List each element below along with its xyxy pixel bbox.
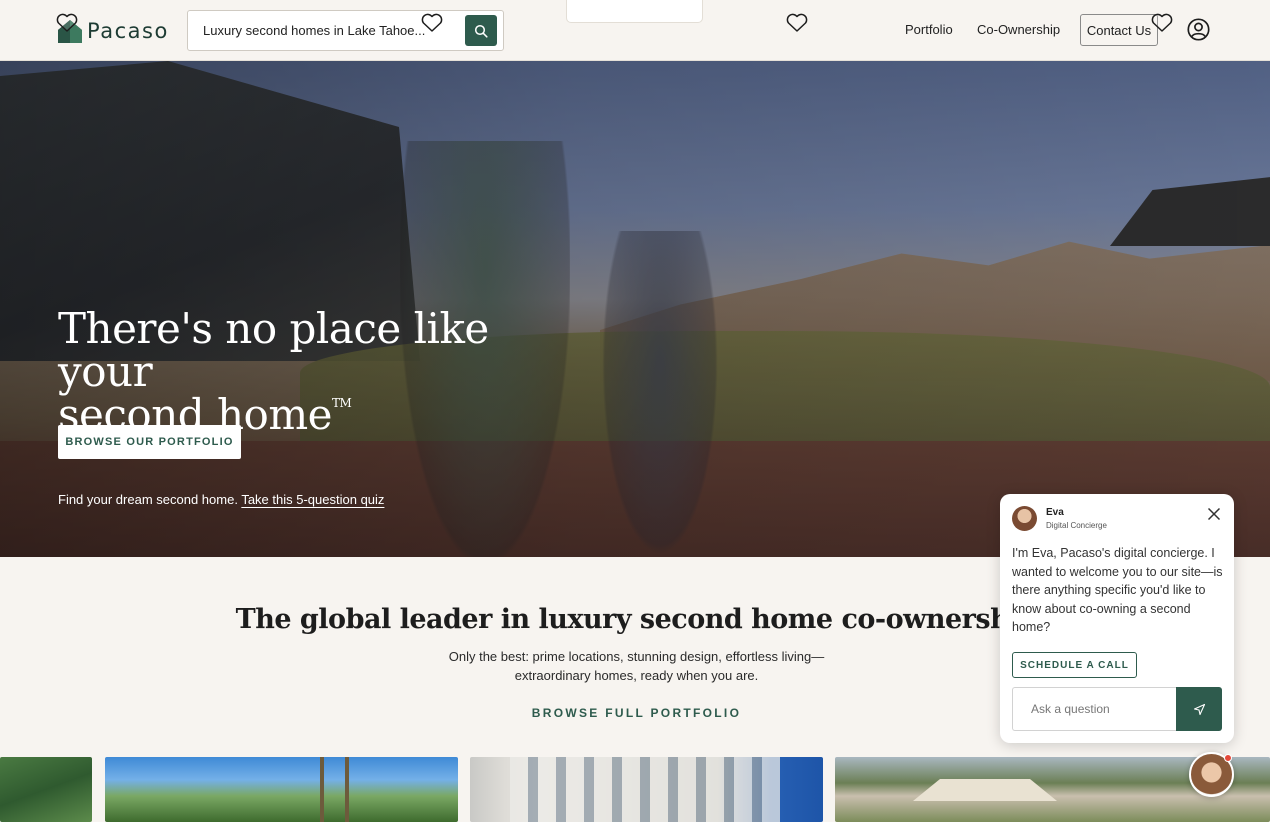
search-button[interactable] bbox=[465, 15, 497, 46]
heart-icon[interactable] bbox=[1151, 13, 1173, 33]
section-subtitle-line2: extraordinary homes, ready when you are. bbox=[514, 668, 759, 683]
browser-tab-notch bbox=[566, 0, 703, 23]
ask-question-input[interactable] bbox=[1012, 687, 1177, 731]
hero-title: There's no place like your second homeTM bbox=[58, 307, 578, 436]
quiz-prefix: Find your dream second home. bbox=[58, 492, 238, 507]
account-icon[interactable] bbox=[1187, 18, 1210, 41]
schedule-call-button[interactable]: SCHEDULE A CALL bbox=[1012, 652, 1137, 678]
listing-card[interactable] bbox=[0, 757, 92, 822]
site-header: Pacaso Portfolio Co-Ownership Contact Us bbox=[0, 0, 1270, 61]
listing-card[interactable] bbox=[470, 757, 823, 822]
building-facade-shape bbox=[510, 757, 780, 822]
nav-co-ownership-link[interactable]: Co-Ownership bbox=[977, 22, 1060, 37]
send-button[interactable] bbox=[1176, 687, 1222, 731]
listing-card[interactable] bbox=[105, 757, 458, 822]
section-subtitle-line1: Only the best: prime locations, stunning… bbox=[448, 649, 825, 664]
contact-us-button[interactable]: Contact Us bbox=[1080, 14, 1158, 46]
agent-name: Eva bbox=[1046, 507, 1064, 518]
section-subtitle: Only the best: prime locations, stunning… bbox=[435, 647, 838, 685]
brand-name: Pacaso bbox=[87, 19, 169, 43]
hero-banner: There's no place like your second homeTM… bbox=[0, 61, 1270, 557]
agent-role: Digital Concierge bbox=[1046, 521, 1107, 530]
palm-trunk-shape bbox=[320, 757, 324, 822]
quiz-link[interactable]: Take this 5-question quiz bbox=[241, 492, 384, 507]
notification-dot bbox=[1224, 754, 1232, 762]
heart-icon[interactable] bbox=[786, 13, 808, 33]
heart-icon[interactable] bbox=[56, 13, 78, 33]
search-icon bbox=[474, 24, 488, 38]
nav-portfolio-link[interactable]: Portfolio bbox=[905, 22, 953, 37]
agent-avatar bbox=[1012, 506, 1037, 531]
trademark-mark: TM bbox=[332, 396, 352, 410]
search-box bbox=[187, 10, 504, 51]
roof-shape bbox=[913, 779, 1057, 801]
send-icon bbox=[1193, 703, 1205, 715]
chat-widget: Eva Digital Concierge I'm Eva, Pacaso's … bbox=[1000, 494, 1234, 743]
palm-trunk-shape bbox=[345, 757, 349, 822]
chat-message: I'm Eva, Pacaso's digital concierge. I w… bbox=[1012, 546, 1223, 635]
quiz-prompt: Find your dream second home. Take this 5… bbox=[58, 492, 384, 507]
heart-icon[interactable] bbox=[421, 13, 443, 33]
browse-portfolio-button[interactable]: BROWSE OUR PORTFOLIO bbox=[58, 425, 241, 459]
hero-title-line1: There's no place like your bbox=[58, 304, 489, 396]
close-icon[interactable] bbox=[1206, 506, 1222, 522]
